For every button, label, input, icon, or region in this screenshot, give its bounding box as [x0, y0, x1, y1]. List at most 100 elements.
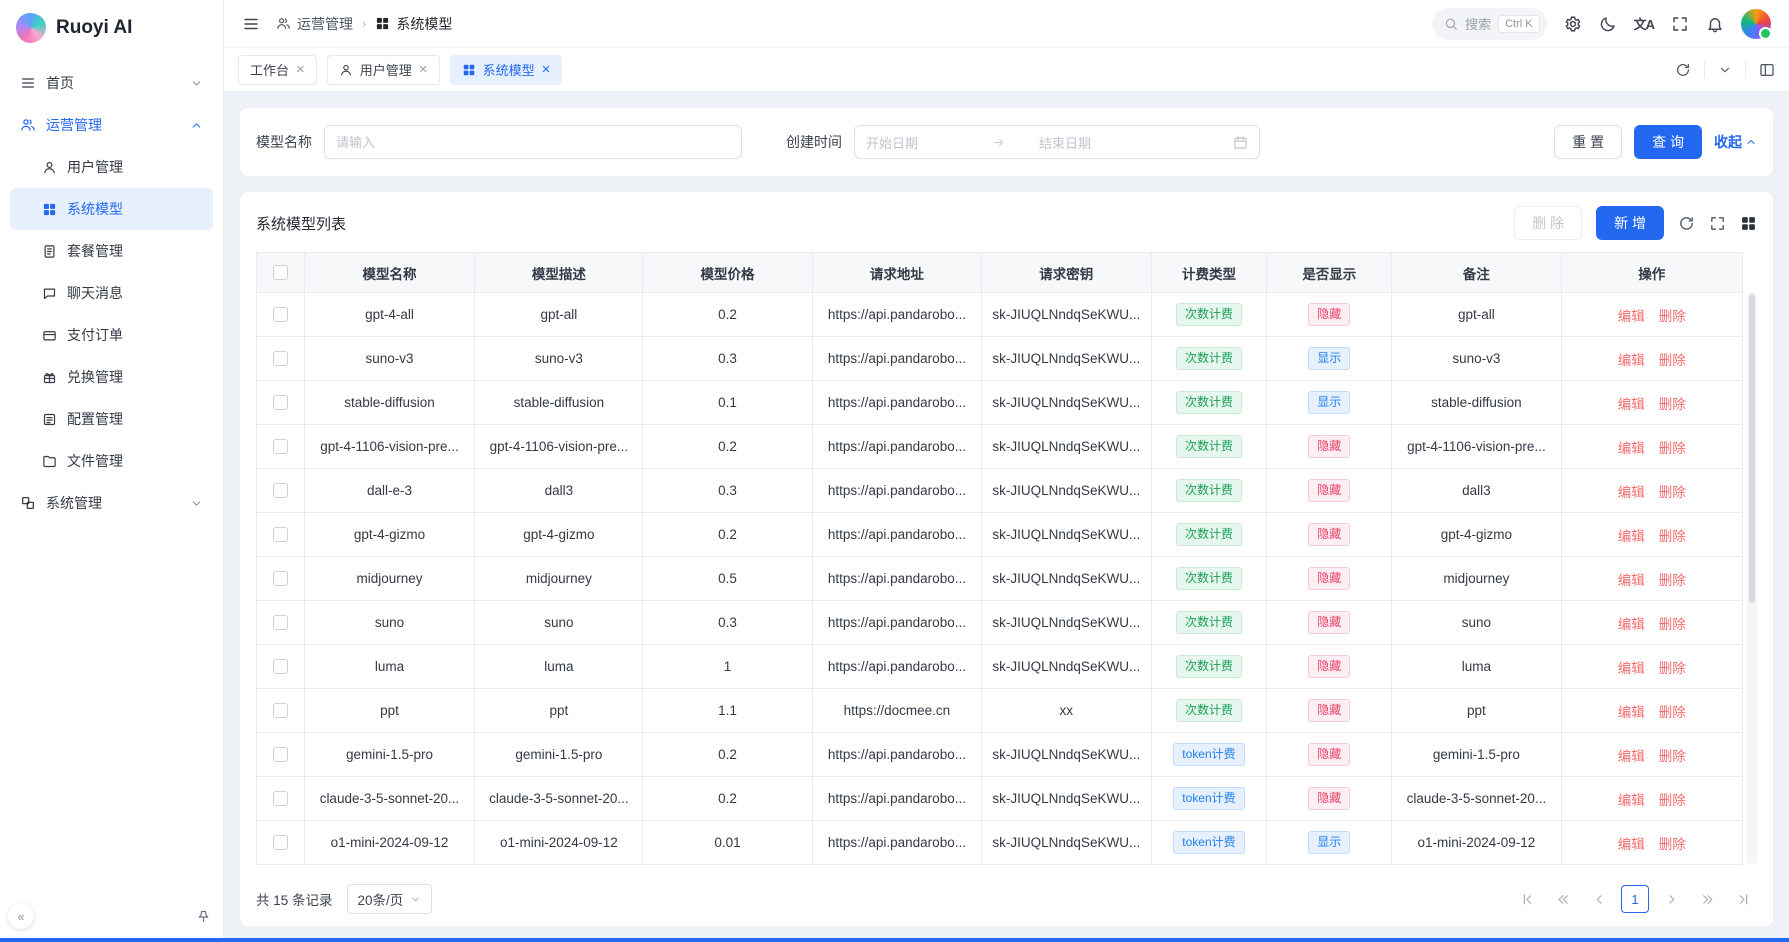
page-size-select[interactable]: 20条/页 [347, 884, 433, 914]
jump-forward-button[interactable] [1693, 885, 1721, 913]
row-checkbox[interactable] [273, 791, 288, 806]
language-icon[interactable]: 文A [1634, 14, 1654, 33]
row-checkbox[interactable] [273, 703, 288, 718]
table-toolbar: 系统模型列表 删 除 新 增 [256, 206, 1757, 240]
sidebar-item-home[interactable]: 首页 [10, 62, 213, 104]
edit-link[interactable]: 编辑 [1618, 573, 1645, 588]
page-tab[interactable]: 工作台 × [238, 55, 317, 85]
settings-icon[interactable] [1564, 15, 1582, 33]
chevron-down-icon[interactable] [1718, 63, 1732, 77]
layout-icon[interactable] [1759, 62, 1775, 78]
delete-link[interactable]: 删除 [1659, 705, 1686, 720]
edit-link[interactable]: 编辑 [1618, 441, 1645, 456]
add-button[interactable]: 新 增 [1596, 206, 1664, 240]
reset-button[interactable]: 重 置 [1554, 125, 1622, 159]
delete-link[interactable]: 删除 [1659, 485, 1686, 500]
edit-link[interactable]: 编辑 [1618, 661, 1645, 676]
prev-page-button[interactable] [1585, 885, 1613, 913]
notifications-icon[interactable] [1706, 15, 1724, 33]
refresh-table-icon[interactable] [1678, 215, 1695, 232]
last-page-button[interactable] [1729, 885, 1757, 913]
edit-link[interactable]: 编辑 [1618, 397, 1645, 412]
sidebar-subitem[interactable]: 系统模型 [10, 188, 213, 230]
sidebar-subitem[interactable]: 配置管理 [10, 398, 213, 440]
select-all-checkbox[interactable] [273, 265, 288, 280]
edit-link[interactable]: 编辑 [1618, 617, 1645, 632]
row-checkbox[interactable] [273, 395, 288, 410]
edit-link[interactable]: 编辑 [1618, 309, 1645, 324]
row-checkbox[interactable] [273, 307, 288, 322]
row-checkbox[interactable] [273, 659, 288, 674]
delete-link[interactable]: 删除 [1659, 617, 1686, 632]
delete-link[interactable]: 删除 [1659, 441, 1686, 456]
edit-link[interactable]: 编辑 [1618, 529, 1645, 544]
breadcrumb-item-current[interactable]: 系统模型 [375, 14, 452, 34]
global-search[interactable]: 搜索 Ctrl K [1432, 8, 1547, 40]
delete-link[interactable]: 删除 [1659, 309, 1686, 324]
row-checkbox[interactable] [273, 439, 288, 454]
collapse-filter-link[interactable]: 收起 [1714, 132, 1757, 152]
table-title: 系统模型列表 [256, 213, 346, 234]
sidebar-subitem[interactable]: 兑换管理 [10, 356, 213, 398]
row-checkbox[interactable] [273, 527, 288, 542]
fullscreen-icon[interactable] [1671, 15, 1689, 33]
edit-link[interactable]: 编辑 [1618, 705, 1645, 720]
first-page-button[interactable] [1513, 885, 1541, 913]
page-tab[interactable]: 系统模型 × [450, 55, 563, 85]
sidebar-subitem[interactable]: 套餐管理 [10, 230, 213, 272]
app-logo[interactable]: Ruoyi AI [0, 0, 223, 56]
table-scrollbar[interactable] [1747, 292, 1757, 865]
model-name-input[interactable] [324, 125, 742, 159]
row-checkbox[interactable] [273, 835, 288, 850]
delete-link[interactable]: 删除 [1659, 661, 1686, 676]
row-checkbox[interactable] [273, 351, 288, 366]
row-checkbox[interactable] [273, 747, 288, 762]
tab-close-icon[interactable]: × [419, 62, 428, 77]
page-tab[interactable]: 用户管理 × [327, 55, 440, 85]
edit-link[interactable]: 编辑 [1618, 485, 1645, 500]
column-settings-icon[interactable] [1740, 215, 1757, 232]
cell-visibility: 隐藏 [1267, 425, 1392, 469]
pin-icon[interactable] [196, 909, 211, 924]
sidebar-item-operations[interactable]: 运营管理 [10, 104, 213, 146]
sidebar-item-system[interactable]: 系统管理 [10, 482, 213, 524]
delete-link[interactable]: 删除 [1659, 353, 1686, 368]
breadcrumb-item[interactable]: 运营管理 [276, 14, 353, 34]
current-page-button[interactable]: 1 [1621, 885, 1649, 913]
delete-link[interactable]: 删除 [1659, 573, 1686, 588]
cell-model-desc: gemini-1.5-pro [475, 733, 643, 777]
delete-link[interactable]: 删除 [1659, 397, 1686, 412]
tab-close-icon[interactable]: × [542, 62, 551, 77]
delete-link[interactable]: 删除 [1659, 837, 1686, 852]
fullscreen-table-icon[interactable] [1709, 215, 1726, 232]
table-actions: 删 除 新 增 [1514, 206, 1757, 240]
sidebar-subitem[interactable]: 支付订单 [10, 314, 213, 356]
delete-button[interactable]: 删 除 [1514, 206, 1582, 240]
delete-link[interactable]: 删除 [1659, 529, 1686, 544]
edit-link[interactable]: 编辑 [1618, 793, 1645, 808]
next-page-button[interactable] [1657, 885, 1685, 913]
search-shortcut: Ctrl K [1498, 15, 1540, 33]
scrollbar-thumb[interactable] [1749, 294, 1755, 603]
hamburger-icon[interactable] [242, 15, 260, 33]
edit-link[interactable]: 编辑 [1618, 749, 1645, 764]
tab-close-icon[interactable]: × [296, 62, 305, 77]
sidebar-collapse-button[interactable]: « [8, 903, 34, 929]
edit-link[interactable]: 编辑 [1618, 353, 1645, 368]
jump-back-button[interactable] [1549, 885, 1577, 913]
row-checkbox[interactable] [273, 483, 288, 498]
date-range-picker[interactable]: 开始日期 结束日期 [854, 125, 1260, 159]
dark-mode-icon[interactable] [1599, 15, 1617, 33]
delete-link[interactable]: 删除 [1659, 749, 1686, 764]
sidebar-subitem[interactable]: 文件管理 [10, 440, 213, 482]
row-checkbox[interactable] [273, 615, 288, 630]
avatar[interactable] [1741, 9, 1771, 39]
refresh-page-icon[interactable] [1675, 62, 1691, 78]
chevron-down-icon [190, 497, 203, 510]
edit-link[interactable]: 编辑 [1618, 837, 1645, 852]
delete-link[interactable]: 删除 [1659, 793, 1686, 808]
sidebar-subitem[interactable]: 用户管理 [10, 146, 213, 188]
row-checkbox[interactable] [273, 571, 288, 586]
search-button[interactable]: 查 询 [1634, 125, 1702, 159]
sidebar-subitem[interactable]: 聊天消息 [10, 272, 213, 314]
